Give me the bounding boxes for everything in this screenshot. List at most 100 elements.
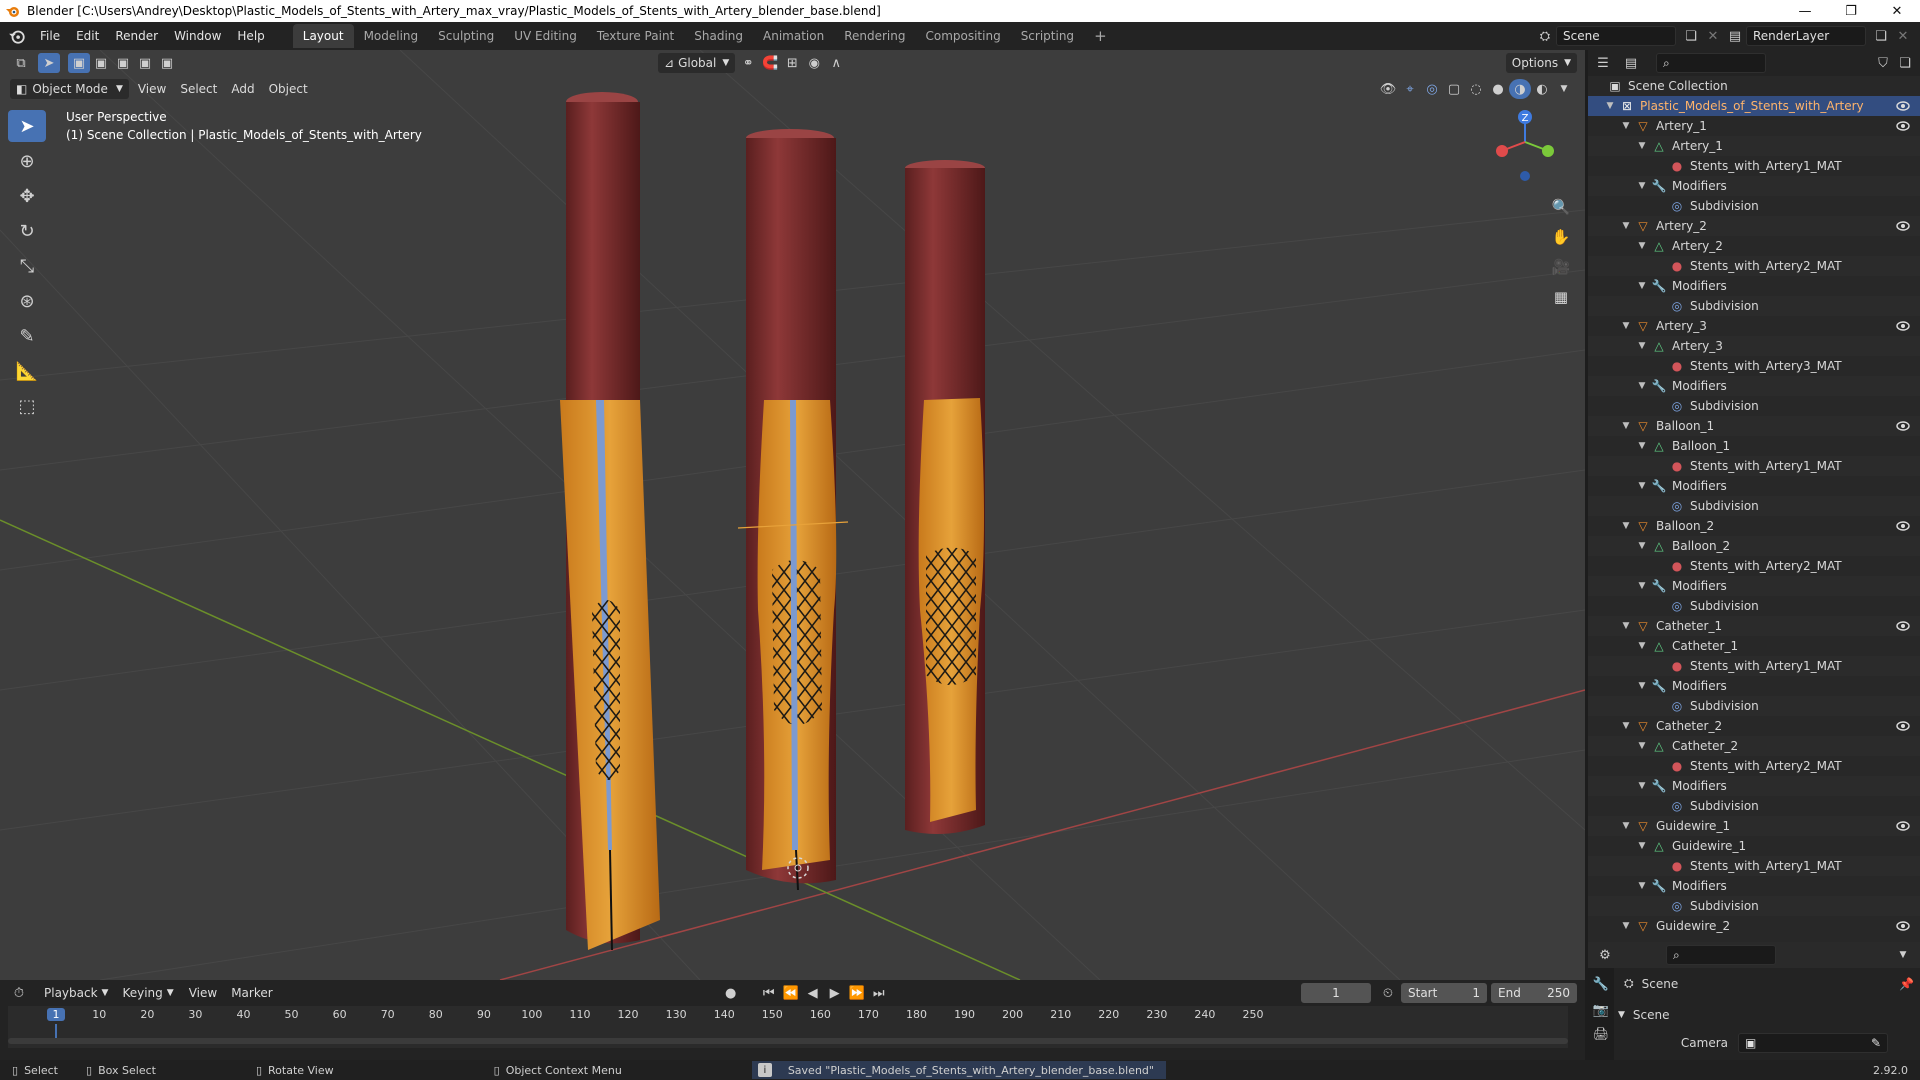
- next-keyframe-icon[interactable]: ⏩: [846, 983, 868, 1003]
- collection-row[interactable]: ▼ ⊠ Plastic_Models_of_Stents_with_Artery: [1588, 96, 1920, 116]
- timeline-editor-icon[interactable]: ⏱: [8, 983, 30, 1003]
- object-row[interactable]: ▼ ▽ Guidewire_2: [1588, 916, 1920, 936]
- scene-icon[interactable]: ⛭: [1534, 26, 1556, 46]
- close-button[interactable]: ✕: [1874, 0, 1920, 22]
- measure-tool[interactable]: 📐: [8, 355, 46, 387]
- xray-icon[interactable]: ▢: [1443, 79, 1465, 99]
- select-box-tool[interactable]: ➤: [8, 110, 46, 142]
- object-row[interactable]: ▼ ▽ Guidewire_1: [1588, 816, 1920, 836]
- modifier-row[interactable]: ◎ Subdivision: [1588, 296, 1920, 316]
- chevron-down-icon[interactable]: ▼: [1892, 945, 1914, 965]
- properties-editor-icon[interactable]: ⚙: [1594, 945, 1616, 965]
- object-row[interactable]: ▼ ▽ Balloon_1: [1588, 416, 1920, 436]
- keying-dropdown[interactable]: Keying ▼: [116, 983, 179, 1003]
- expand-triangle-icon[interactable]: ▼: [1636, 841, 1648, 851]
- visibility-icon[interactable]: 👁: [1377, 79, 1399, 99]
- object-row[interactable]: ▼ ▽ Artery_3: [1588, 316, 1920, 336]
- expand-triangle-icon[interactable]: ▼: [1636, 341, 1648, 351]
- expand-triangle-icon[interactable]: ▼: [1636, 381, 1648, 391]
- eye-icon[interactable]: [1896, 519, 1910, 533]
- expand-triangle-icon[interactable]: ▼: [1620, 321, 1632, 331]
- mesh-row[interactable]: ▼ △ Artery_2: [1588, 236, 1920, 256]
- object-row[interactable]: ▼ ▽ Catheter_1: [1588, 616, 1920, 636]
- timeline-menu-view[interactable]: View: [182, 983, 224, 1003]
- expand-triangle-icon[interactable]: ▼: [1636, 441, 1648, 451]
- tab-texture-paint[interactable]: Texture Paint: [587, 24, 684, 48]
- mesh-row[interactable]: ▼ △ Artery_1: [1588, 136, 1920, 156]
- view-layer-selector[interactable]: RenderLayer: [1746, 26, 1866, 46]
- mesh-row[interactable]: ▼ △ Catheter_1: [1588, 636, 1920, 656]
- restore-button[interactable]: ❐: [1828, 0, 1874, 22]
- material-row[interactable]: ● Stents_with_Artery1_MAT: [1588, 456, 1920, 476]
- modifier-row[interactable]: ◎ Subdivision: [1588, 496, 1920, 516]
- transform-orientation-dropdown[interactable]: ⊿ Global ▼: [658, 53, 736, 73]
- material-row[interactable]: ● Stents_with_Artery1_MAT: [1588, 856, 1920, 876]
- expand-triangle-icon[interactable]: ▼: [1636, 781, 1648, 791]
- start-frame-field[interactable]: Start 1: [1401, 983, 1487, 1003]
- snap-target-icon[interactable]: ⊞: [781, 53, 803, 73]
- editor-type-icon[interactable]: ⧉: [10, 53, 32, 73]
- options-dropdown[interactable]: Options ▼: [1505, 53, 1577, 73]
- select-intersect-icon[interactable]: ▣: [156, 53, 178, 73]
- menu-help[interactable]: Help: [229, 24, 272, 48]
- object-row[interactable]: ▼ ▽ Balloon_2: [1588, 516, 1920, 536]
- menu-window[interactable]: Window: [166, 24, 229, 48]
- scene-collection-row[interactable]: ▣ Scene Collection: [1588, 76, 1920, 96]
- viewport-menu-select[interactable]: Select: [173, 79, 224, 99]
- camera-field[interactable]: ▣ ✎: [1738, 1033, 1888, 1053]
- tab-rendering[interactable]: Rendering: [834, 24, 915, 48]
- tab-compositing[interactable]: Compositing: [915, 24, 1010, 48]
- ortho-grid-icon[interactable]: ▦: [1548, 284, 1574, 310]
- add-cube-tool[interactable]: ⬚: [8, 390, 46, 422]
- eye-icon[interactable]: [1896, 819, 1910, 833]
- end-frame-field[interactable]: End 250: [1491, 983, 1577, 1003]
- expand-triangle-icon[interactable]: ▼: [1636, 141, 1648, 151]
- preview-range-icon[interactable]: ⏲: [1377, 983, 1399, 1003]
- menu-edit[interactable]: Edit: [68, 24, 107, 48]
- select-invert-icon[interactable]: ▣: [134, 53, 156, 73]
- mesh-row[interactable]: ▼ △ Balloon_1: [1588, 436, 1920, 456]
- expand-triangle-icon[interactable]: ▼: [1636, 181, 1648, 191]
- pivot-point-icon[interactable]: ⚭: [737, 53, 759, 73]
- expand-triangle-icon[interactable]: ▼: [1620, 721, 1632, 731]
- material-row[interactable]: ● Stents_with_Artery1_MAT: [1588, 156, 1920, 176]
- properties-search-input[interactable]: ⌕: [1666, 945, 1776, 965]
- scale-tool[interactable]: ⤡: [8, 250, 46, 282]
- display-mode-icon[interactable]: ▤: [1620, 53, 1642, 73]
- modifier-row[interactable]: ◎ Subdivision: [1588, 396, 1920, 416]
- select-subtract-icon[interactable]: ▣: [112, 53, 134, 73]
- eye-icon[interactable]: [1896, 419, 1910, 433]
- timeline-ruler[interactable]: 1 10 20 30 40 50 60 70 80 90 100 110 120 130 140 150 160…: [8, 1006, 1568, 1048]
- output-tab-icon[interactable]: 🖨: [1590, 1024, 1612, 1044]
- mesh-row[interactable]: ▼ △ Catheter_2: [1588, 736, 1920, 756]
- eye-icon[interactable]: [1896, 719, 1910, 733]
- mesh-row[interactable]: ▼ △ Balloon_2: [1588, 536, 1920, 556]
- mode-dropdown[interactable]: ◧ Object Mode ▼: [10, 79, 129, 99]
- delete-scene-icon[interactable]: ✕: [1702, 26, 1724, 46]
- mesh-row[interactable]: ▼ △ Guidewire_1: [1588, 836, 1920, 856]
- tab-uv-editing[interactable]: UV Editing: [504, 24, 587, 48]
- menu-render[interactable]: Render: [107, 24, 166, 48]
- tab-modeling[interactable]: Modeling: [354, 24, 429, 48]
- menu-file[interactable]: File: [32, 24, 68, 48]
- mesh-row[interactable]: ▼ △ Artery_3: [1588, 336, 1920, 356]
- eye-icon[interactable]: [1896, 219, 1910, 233]
- move-tool[interactable]: ✥: [8, 180, 46, 212]
- overlay-toggle-icon[interactable]: ◎: [1421, 79, 1443, 99]
- material-row[interactable]: ● Stents_with_Artery1_MAT: [1588, 656, 1920, 676]
- filter-icon[interactable]: ⛉: [1872, 53, 1894, 73]
- tab-sculpting[interactable]: Sculpting: [428, 24, 504, 48]
- add-workspace-button[interactable]: +: [1084, 24, 1117, 48]
- timeline-menu-marker[interactable]: Marker: [224, 983, 279, 1003]
- expand-triangle-icon[interactable]: ▼: [1620, 221, 1632, 231]
- timeline-scrollbar[interactable]: [8, 1038, 1568, 1044]
- blender-menu-icon[interactable]: [8, 27, 26, 45]
- scene-selector[interactable]: Scene: [1556, 26, 1676, 46]
- snap-icon[interactable]: 🧲: [759, 53, 781, 73]
- tab-scripting[interactable]: Scripting: [1011, 24, 1084, 48]
- modifiers-row[interactable]: ▼ 🔧 Modifiers: [1588, 276, 1920, 296]
- select-extend-icon[interactable]: ▣: [90, 53, 112, 73]
- playback-dropdown[interactable]: Playback ▼: [38, 983, 114, 1003]
- eye-icon[interactable]: [1896, 619, 1910, 633]
- gizmo-toggle-icon[interactable]: ⌖: [1399, 79, 1421, 99]
